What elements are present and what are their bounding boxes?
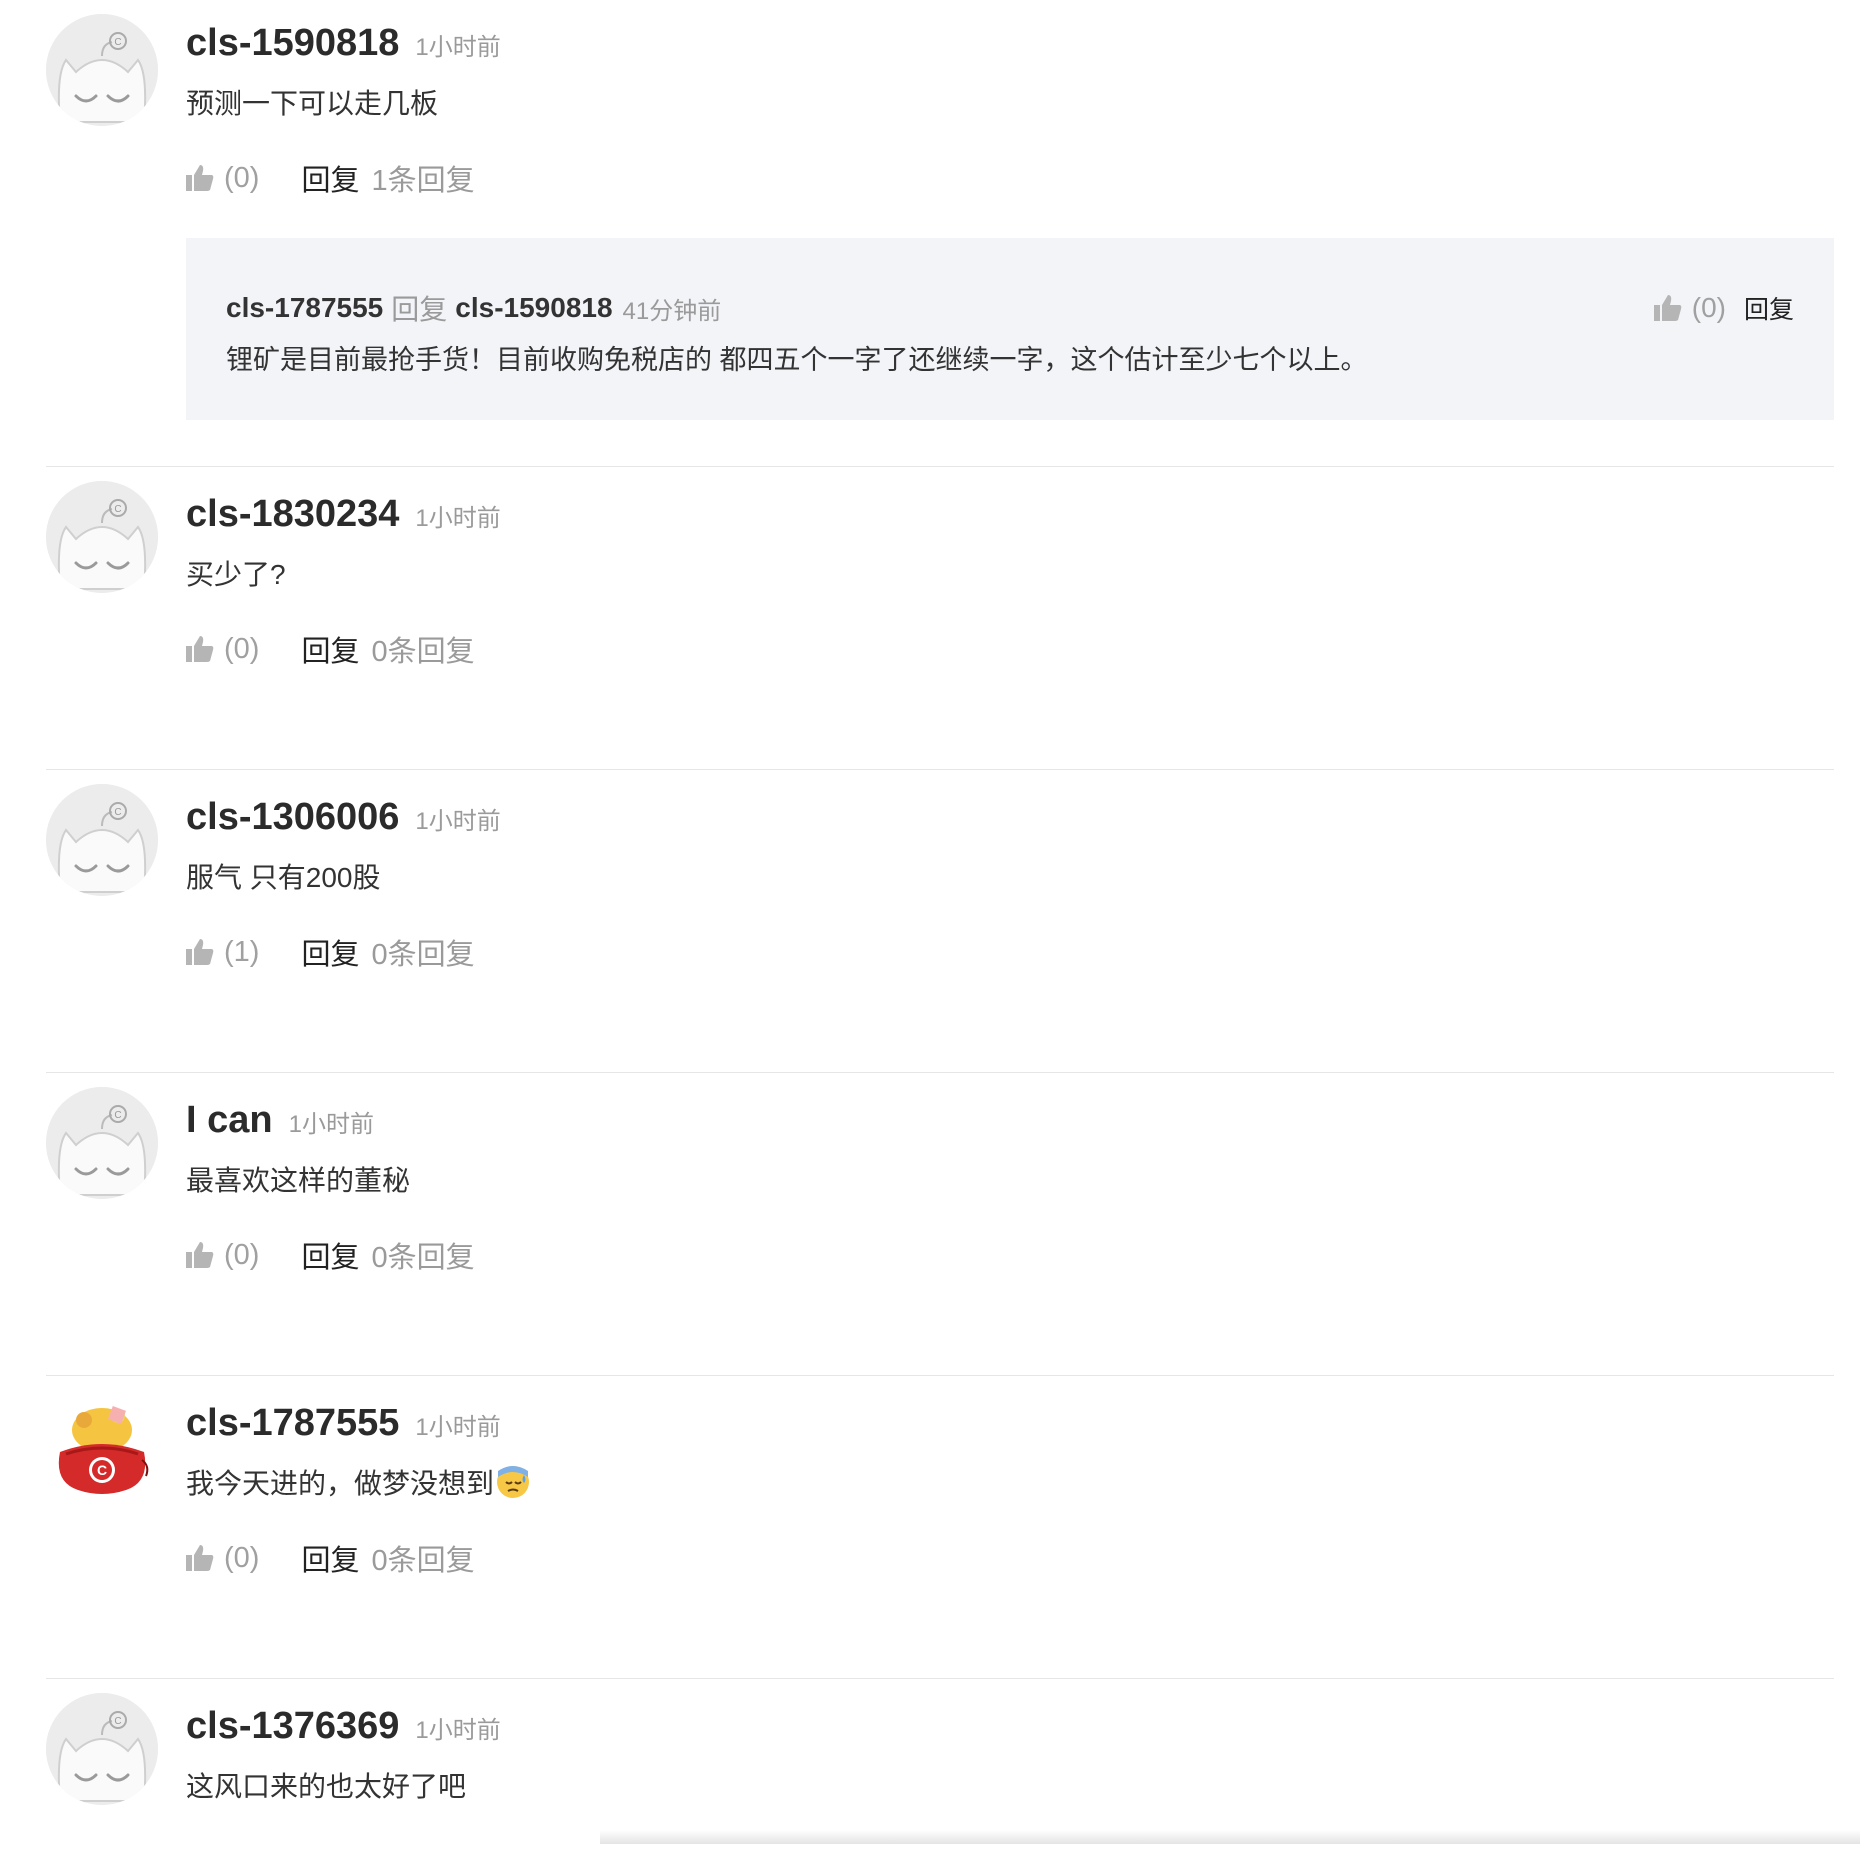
reply-button[interactable]: 回复 — [301, 157, 359, 199]
svg-text:C: C — [114, 807, 121, 818]
svg-text:C: C — [97, 1462, 107, 1478]
thumbs-up-icon — [1653, 295, 1682, 321]
reply-thread: cls-1787555 回复 cls-1590818 41分钟前 (0) 回复 — [186, 238, 1834, 420]
reply-to-label: 回复 — [391, 294, 448, 325]
username[interactable]: cls-1590818 — [186, 22, 399, 65]
reply-button[interactable]: 回复 — [301, 1537, 359, 1579]
comment-item: C cls-1787555 1小时前 我今天进的，做梦没想到 (0) 回复 0条… — [46, 1376, 1834, 1679]
like-count: (0) — [224, 1238, 260, 1271]
svg-text:C: C — [114, 504, 121, 515]
reply-reply-button[interactable]: 回复 — [1744, 290, 1794, 326]
reply-like-count: (0) — [1691, 292, 1726, 323]
reply-button[interactable]: 回复 — [301, 931, 359, 973]
svg-text:C: C — [114, 1716, 121, 1727]
avatar[interactable]: C — [46, 1693, 158, 1805]
comment-text: 最喜欢这样的董秘 — [186, 1165, 411, 1196]
reply-count-link[interactable]: 0条回复 — [371, 628, 474, 670]
username[interactable]: cls-1830234 — [186, 493, 399, 536]
avatar[interactable]: C — [46, 14, 158, 126]
like-button[interactable]: (1) — [186, 936, 259, 969]
reply-count-link[interactable]: 0条回复 — [371, 931, 474, 973]
like-count: (0) — [224, 1541, 260, 1574]
comment-item: C cls-1590818 1小时前 预测一下可以走几板 (0) 回复 1条回复 — [46, 0, 1834, 467]
reply-button[interactable]: 回复 — [301, 628, 359, 670]
comment-text-row: 我今天进的，做梦没想到 — [186, 1462, 1834, 1506]
avatar[interactable]: C — [46, 784, 158, 896]
comment-text: 服气 只有200股 — [186, 862, 381, 893]
like-button[interactable]: (0) — [186, 633, 259, 666]
thumbs-up-icon — [186, 636, 214, 662]
timestamp: 1小时前 — [415, 505, 501, 532]
reply-count-link[interactable]: 0条回复 — [371, 1234, 474, 1276]
timestamp: 1小时前 — [288, 1111, 374, 1138]
cat-avatar-icon: C — [46, 481, 158, 593]
thumbs-up-icon — [186, 939, 214, 965]
comment-item: C cls-1306006 1小时前 服气 只有200股 (1) 回复 0条回复 — [46, 770, 1834, 1073]
timestamp: 1小时前 — [415, 34, 501, 61]
cat-avatar-icon: C — [46, 784, 158, 896]
like-button[interactable]: (0) — [186, 1542, 259, 1575]
comment-item: C I can 1小时前 最喜欢这样的董秘 (0) 回复 0条回复 — [46, 1073, 1834, 1376]
username[interactable]: cls-1376369 — [186, 1705, 399, 1748]
comment-item: C cls-1830234 1小时前 买少了? (0) 回复 0条回复 — [46, 467, 1834, 770]
reply-target-user[interactable]: cls-1590818 — [455, 292, 612, 324]
timestamp: 1小时前 — [415, 808, 501, 835]
comment-text: 预测一下可以走几板 — [186, 88, 439, 119]
avatar[interactable]: C — [46, 1087, 158, 1199]
reply-button[interactable]: 回复 — [301, 1234, 359, 1276]
cat-avatar-icon: C — [46, 1087, 158, 1199]
svg-text:C: C — [114, 1110, 121, 1121]
like-count: (0) — [224, 632, 260, 665]
reply-count-link[interactable]: 1条回复 — [371, 157, 474, 199]
sweat-face-emoji-icon — [497, 1466, 530, 1498]
timestamp: 1小时前 — [415, 1717, 501, 1744]
timestamp: 1小时前 — [415, 1414, 501, 1441]
avatar[interactable]: C — [46, 1390, 158, 1502]
cat-avatar-icon: C — [46, 1693, 158, 1805]
reply-timestamp: 41分钟前 — [622, 297, 722, 325]
bottom-scroll-shadow — [600, 1830, 1860, 1844]
comment-text: 买少了? — [186, 559, 286, 590]
comment-text: 这风口来的也太好了吧 — [186, 1771, 467, 1802]
like-count: (1) — [224, 935, 260, 968]
thumbs-up-icon — [186, 165, 214, 191]
avatar[interactable]: C — [46, 481, 158, 593]
comment-text: 我今天进的，做梦没想到 — [186, 1468, 495, 1499]
reply-author[interactable]: cls-1787555 — [226, 292, 383, 324]
username[interactable]: cls-1306006 — [186, 796, 399, 839]
comment-list: C cls-1590818 1小时前 预测一下可以走几板 (0) 回复 1条回复 — [46, 0, 1834, 1859]
reply-count-link[interactable]: 0条回复 — [371, 1537, 474, 1579]
reply-like-button[interactable]: (0) — [1653, 292, 1726, 324]
like-button[interactable]: (0) — [186, 1239, 259, 1272]
like-button[interactable]: (0) — [186, 162, 259, 195]
reply-text: 锂矿是目前最抢手货！目前收购免税店的 都四五个一字了还继续一字，这个估计至少七个… — [226, 345, 1368, 375]
username[interactable]: I can — [186, 1099, 273, 1142]
like-count: (0) — [224, 161, 260, 194]
thumbs-up-icon — [186, 1545, 214, 1571]
username[interactable]: cls-1787555 — [186, 1402, 399, 1445]
lucky-bag-avatar-icon: C — [46, 1390, 158, 1502]
thumbs-up-icon — [186, 1242, 214, 1268]
svg-text:C: C — [114, 37, 121, 48]
cat-avatar-icon: C — [46, 14, 158, 126]
